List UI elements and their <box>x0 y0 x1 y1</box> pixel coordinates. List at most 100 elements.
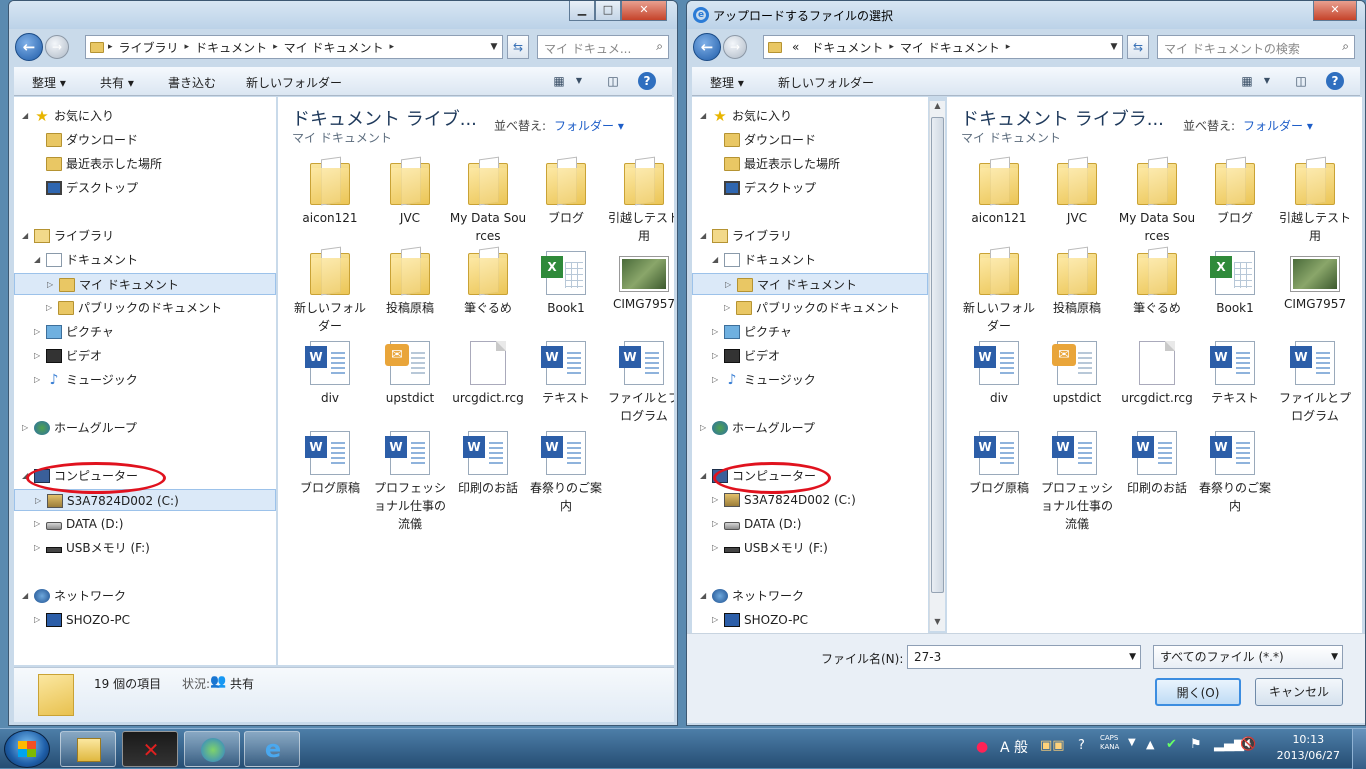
nav-item-pc[interactable]: ▷ SHOZO-PC <box>692 609 928 631</box>
nav-item-videos[interactable]: ▷ ビデオ <box>692 345 928 367</box>
nav-item-drive[interactable]: ▷ DATA (D:) <box>692 513 928 535</box>
search-input[interactable]: マイ ドキュメ... ⌕ <box>537 35 669 59</box>
expand-arrow-icon[interactable]: ▷ <box>700 417 710 439</box>
nav-item-folder[interactable]: ▷ マイ ドキュメント <box>14 273 276 295</box>
file-item[interactable]: My Data Sources <box>1117 157 1197 245</box>
ime-toolbar-icon[interactable]: ▣▣ <box>1040 738 1065 753</box>
file-item[interactable]: 筆ぐるめ <box>1117 247 1197 317</box>
file-item[interactable]: ファイルとプログラム <box>604 337 674 425</box>
expand-arrow-icon[interactable]: ▷ <box>34 537 44 559</box>
breadcrumb-my-documents[interactable]: マイ ドキュメント <box>900 39 1000 56</box>
file-item[interactable]: urcgdict.rcg <box>448 337 528 407</box>
show-desktop-button[interactable] <box>1352 729 1366 769</box>
taskbar-messenger[interactable] <box>184 731 240 767</box>
file-item[interactable]: 春祭りのご案内 <box>1195 427 1275 515</box>
sync-icon[interactable]: ✔ <box>1166 737 1177 752</box>
file-item[interactable]: Book1 <box>1195 247 1275 317</box>
nav-item-recent-places[interactable]: 最近表示した場所 <box>14 153 276 175</box>
expand-arrow-icon[interactable]: ▷ <box>712 321 722 343</box>
file-item[interactable]: ブログ原稿 <box>959 427 1039 497</box>
file-item[interactable]: urcgdict.rcg <box>1117 337 1197 407</box>
ime-mode[interactable]: A 般 <box>1000 737 1028 757</box>
file-item[interactable]: 投稿原稿 <box>370 247 450 317</box>
expand-arrow-icon[interactable]: ▷ <box>35 490 45 512</box>
nav-item-documents[interactable]: ◢ ドキュメント <box>14 249 276 271</box>
file-item[interactable]: upstdict <box>370 337 450 407</box>
close-button[interactable]: ✕ <box>1313 1 1357 21</box>
address-bar[interactable]: « ドキュメント ▸ マイ ドキュメント ▸ ▼ <box>763 35 1123 59</box>
expand-arrow-icon[interactable]: ◢ <box>22 585 32 607</box>
start-button[interactable] <box>4 730 50 768</box>
scroll-up-icon[interactable]: ▲ <box>930 101 945 115</box>
nav-item-music[interactable]: ▷ ♪ ミュージック <box>14 369 276 391</box>
expand-arrow-icon[interactable]: ▷ <box>724 297 734 319</box>
open-button[interactable]: 開く(O) <box>1155 678 1241 706</box>
nav-item-drive-c[interactable]: ▷ S3A7824D002 (C:) <box>692 489 928 511</box>
new-folder-button[interactable]: 新しいフォルダー <box>778 74 874 91</box>
expand-arrow-icon[interactable]: ▷ <box>712 537 722 559</box>
nav-item-documents[interactable]: ◢ ドキュメント <box>692 249 928 271</box>
file-item[interactable]: 新しいフォルダー <box>959 247 1039 335</box>
expand-arrow-icon[interactable]: ▷ <box>34 321 44 343</box>
file-item[interactable]: div <box>290 337 370 407</box>
nav-item-videos[interactable]: ▷ ビデオ <box>14 345 276 367</box>
nav-item-download-folder[interactable]: ダウンロード <box>692 129 928 151</box>
nav-item-desktop[interactable]: デスクトップ <box>692 177 928 199</box>
file-item[interactable]: ブログ原稿 <box>290 427 370 497</box>
expand-arrow-icon[interactable]: ▷ <box>34 609 44 631</box>
expand-arrow-icon[interactable]: ▷ <box>712 369 722 391</box>
organize-menu[interactable]: 整理 ▾ <box>32 74 66 91</box>
expand-arrow-icon[interactable]: ▷ <box>46 297 56 319</box>
file-item[interactable]: ブログ <box>1195 157 1275 227</box>
expand-arrow-icon[interactable]: ◢ <box>700 585 710 607</box>
expand-arrow-icon[interactable]: ▷ <box>34 369 44 391</box>
back-button[interactable]: ← <box>15 33 43 61</box>
expand-arrow-icon[interactable]: ▷ <box>34 513 44 535</box>
file-item[interactable]: 春祭りのご案内 <box>526 427 606 515</box>
scrollbar-thumb[interactable] <box>931 117 944 593</box>
nav-item-library[interactable]: ◢ ライブラリ <box>14 225 276 247</box>
nav-item-pictures[interactable]: ▷ ピクチャ <box>14 321 276 343</box>
expand-arrow-icon[interactable]: ◢ <box>712 249 722 271</box>
expand-arrow-icon[interactable]: ▷ <box>712 609 722 631</box>
view-options-icon[interactable]: ▦ <box>550 72 568 90</box>
expand-arrow-icon[interactable]: ▷ <box>712 513 722 535</box>
title-bar[interactable]: e アップロードするファイルの選択 ✕ <box>687 1 1365 29</box>
file-item[interactable]: ファイルとプログラム <box>1275 337 1355 425</box>
file-item[interactable]: aicon121 <box>290 157 370 227</box>
navigation-scrollbar[interactable]: ▲ ▼ <box>929 101 945 631</box>
ime-dropdown-icon[interactable]: ▼ <box>1128 737 1136 748</box>
file-item[interactable]: テキスト <box>526 337 606 407</box>
expand-arrow-icon[interactable]: ▷ <box>22 417 32 439</box>
close-button[interactable]: ✕ <box>621 1 667 21</box>
expand-arrow-icon[interactable]: ◢ <box>22 225 32 247</box>
ime-help-icon[interactable]: ? <box>1078 738 1085 753</box>
file-item[interactable]: div <box>959 337 1039 407</box>
breadcrumb-documents[interactable]: ドキュメント <box>195 39 267 56</box>
address-bar[interactable]: ▸ ライブラリ ▸ ドキュメント ▸ マイ ドキュメント ▸ ▼ <box>85 35 503 59</box>
file-item[interactable]: 印刷のお話 <box>448 427 528 497</box>
nav-item-folder[interactable]: ▷ パブリックのドキュメント <box>14 297 276 319</box>
share-menu[interactable]: 共有 ▾ <box>100 74 134 91</box>
nav-item-homegroup[interactable]: ▷ ホームグループ <box>692 417 928 439</box>
nav-item-usb-drive[interactable]: ▷ USBメモリ (F:) <box>14 537 276 559</box>
maximize-button[interactable]: □ <box>595 1 621 21</box>
file-type-select[interactable]: すべてのファイル (*.*) ▼ <box>1153 645 1343 669</box>
refresh-button[interactable]: ⇆ <box>1127 35 1149 59</box>
nav-item-desktop[interactable]: デスクトップ <box>14 177 276 199</box>
nav-item-network[interactable]: ◢ ネットワーク <box>14 585 276 607</box>
expand-arrow-icon[interactable]: ▷ <box>34 345 44 367</box>
nav-item-pictures[interactable]: ▷ ピクチャ <box>692 321 928 343</box>
organize-menu[interactable]: 整理 ▾ <box>710 74 744 91</box>
nav-item-drive-c[interactable]: ▷ S3A7824D002 (C:) <box>14 489 276 511</box>
taskbar-explorer[interactable] <box>60 731 116 767</box>
help-icon[interactable]: ? <box>638 72 656 90</box>
expand-arrow-icon[interactable]: ◢ <box>700 105 710 127</box>
cancel-button[interactable]: キャンセル <box>1255 678 1343 706</box>
nav-item-library[interactable]: ◢ ライブラリ <box>692 225 928 247</box>
breadcrumb-overflow[interactable]: « <box>792 40 799 54</box>
clock[interactable]: 10:13 2013/06/27 <box>1277 732 1340 764</box>
file-item[interactable]: ブログ <box>526 157 606 227</box>
help-icon[interactable]: ? <box>1326 72 1344 90</box>
file-item[interactable]: 印刷のお話 <box>1117 427 1197 497</box>
